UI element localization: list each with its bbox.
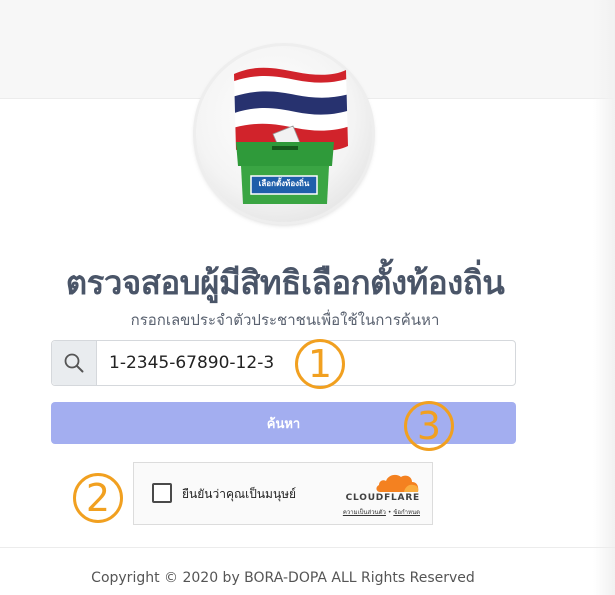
scrollbar-shade (593, 0, 615, 595)
captcha-label: ยืนยันว่าคุณเป็นมนุษย์ (182, 487, 297, 501)
captcha-checkbox[interactable] (152, 483, 172, 503)
privacy-link[interactable]: ความเป็นส่วนตัว (343, 509, 386, 516)
cloudflare-wordmark: CLOUDFLARE (345, 493, 420, 503)
cloudflare-captcha: ยืนยันว่าคุณเป็นมนุษย์ CLOUDFLARE ความเป… (133, 462, 433, 525)
footer-copyright: Copyright © 2020 by BORA-DOPA ALL Rights… (91, 570, 475, 586)
footer-divider (0, 547, 615, 548)
annotation-marker-2: 2 (73, 473, 123, 523)
annotation-marker-1: 1 (295, 339, 345, 389)
id-search-group (51, 340, 516, 386)
captcha-links: ความเป็นส่วนตัว • ข้อกำหนด (302, 507, 420, 517)
page-subtitle: กรอกเลขประจำตัวประชาชนเพื่อใช้ในการค้นหา (130, 311, 440, 329)
page-title: ตรวจสอบผู้มีสิทธิเลือกตั้งท้องถิ่น (65, 263, 505, 302)
search-icon (64, 353, 84, 373)
cloudflare-logo-icon (376, 474, 419, 492)
flag-ballot-box-icon (234, 67, 348, 204)
election-logo: เลือกตั้งท้องถิ่น (196, 46, 372, 222)
ballot-box-label: เลือกตั้งท้องถิ่น (258, 179, 310, 188)
terms-link[interactable]: ข้อกำหนด (393, 509, 420, 516)
annotation-marker-3: 3 (404, 401, 454, 451)
link-separator: • (387, 509, 392, 516)
search-addon (52, 341, 97, 385)
